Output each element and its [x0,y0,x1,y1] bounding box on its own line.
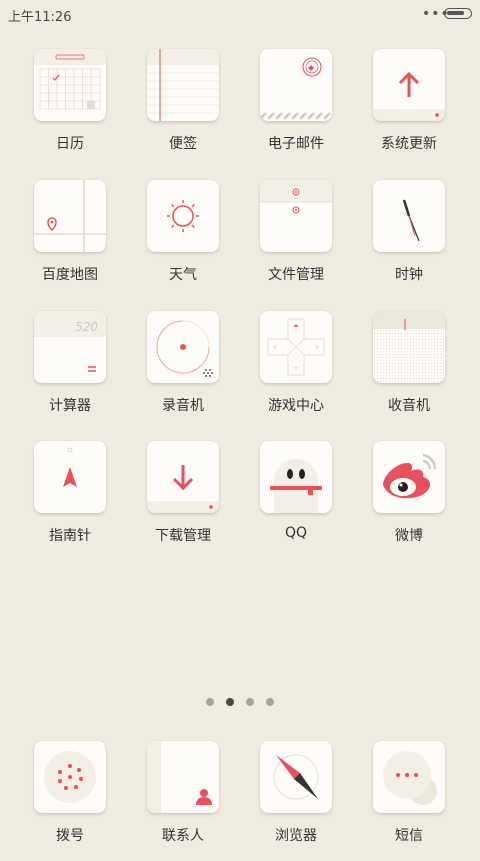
clock-icon [373,180,445,252]
page-indicator [0,698,480,710]
page-dot[interactable] [206,698,214,706]
app-messages[interactable]: 短信 [353,741,463,861]
calendar-icon [34,49,106,121]
app-qq[interactable]: QQ [240,441,350,561]
calculator-icon: 520 [34,311,106,383]
game-center-icon [260,311,332,383]
app-weather[interactable]: 天气 [127,180,237,300]
app-label: 录音机 [162,398,204,414]
app-recorder[interactable]: 录音机 [127,311,237,431]
app-label: 收音机 [388,398,430,414]
app-label: 浏览器 [275,828,317,844]
status-time: 上午11:26 [8,10,72,25]
email-icon [260,49,332,121]
app-baidu-map[interactable]: 百度地图 [14,180,124,300]
download-icon [147,441,219,513]
app-label: 系统更新 [381,136,437,152]
recorder-icon [147,311,219,383]
status-bar: 上午11:26 ••• [0,0,480,28]
app-label: 电子邮件 [268,136,324,152]
dialer-icon [34,741,106,813]
app-label: 指南针 [49,528,91,544]
file-manager-icon [260,180,332,252]
contacts-icon [147,741,219,813]
app-label: QQ [284,525,308,541]
app-label: 微博 [395,528,423,544]
app-dialer[interactable]: 拨号 [14,741,124,861]
app-label: 天气 [169,267,197,283]
app-weibo[interactable]: 微博 [353,441,463,561]
app-label: 游戏中心 [268,398,324,414]
notes-icon [147,49,219,121]
app-label: 便签 [169,136,197,152]
qq-icon [260,441,332,513]
app-email[interactable]: 电子邮件 [240,49,350,169]
app-system-update[interactable]: 系统更新 [353,49,463,169]
app-calendar[interactable]: 日历 [14,49,124,169]
app-label: 拨号 [56,828,84,844]
page-dot[interactable] [246,698,254,706]
app-browser[interactable]: 浏览器 [240,741,350,861]
app-label: 计算器 [49,398,91,414]
app-notes[interactable]: 便签 [127,49,237,169]
app-download-manager[interactable]: 下载管理 [127,441,237,561]
app-label: 文件管理 [268,267,324,283]
app-compass[interactable]: 指南针 [14,441,124,561]
page-dot[interactable] [226,698,234,706]
app-label: 下载管理 [155,528,211,544]
app-label: 时钟 [395,267,423,283]
map-icon [34,180,106,252]
radio-icon [373,311,445,383]
app-game-center[interactable]: 游戏中心 [240,311,350,431]
app-clock[interactable]: 时钟 [353,180,463,300]
update-icon [373,49,445,121]
app-label: 日历 [56,136,84,152]
weibo-icon [373,441,445,513]
app-label: 短信 [395,828,423,844]
battery-icon [444,8,472,19]
browser-icon [260,741,332,813]
app-file-manager[interactable]: 文件管理 [240,180,350,300]
weather-icon [147,180,219,252]
app-radio[interactable]: 收音机 [353,311,463,431]
page-dot[interactable] [266,698,274,706]
app-calculator[interactable]: 520 计算器 [14,311,124,431]
app-contacts[interactable]: 联系人 [127,741,237,861]
messages-icon [373,741,445,813]
compass-icon [34,441,106,513]
app-label: 百度地图 [42,267,98,283]
app-label: 联系人 [162,828,204,844]
calculator-display: 520 [75,320,98,334]
